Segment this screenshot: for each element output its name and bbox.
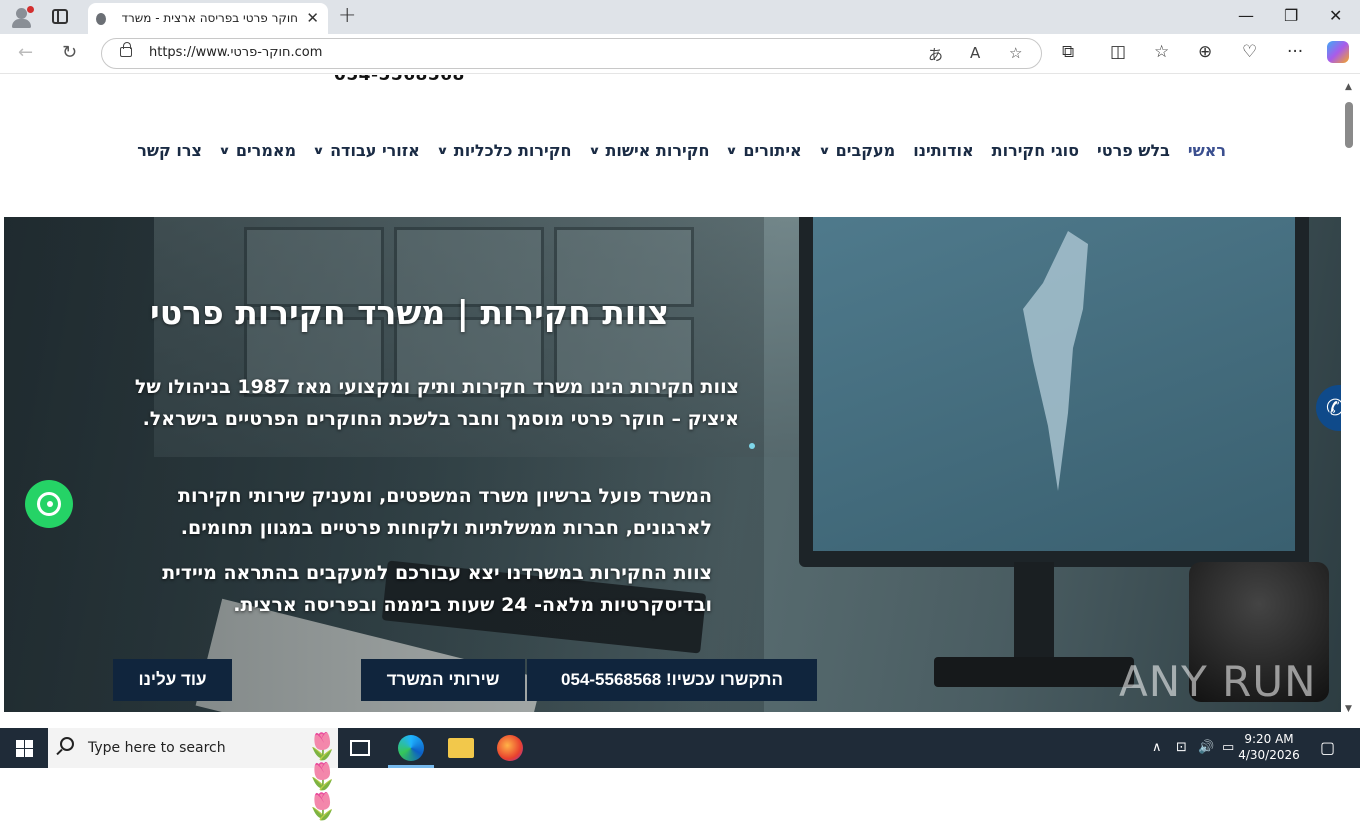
lock-icon[interactable] xyxy=(120,42,132,57)
back-icon[interactable]: ← xyxy=(18,42,33,63)
web-page: 054-5568568 ראשי בלש פרטי סוגי חקירות או… xyxy=(4,75,1341,712)
url-text[interactable]: https://www.חוקר-פרטי.com xyxy=(149,45,322,60)
hero-section: צוות חקירות | משרד חקירות פרטי צוות חקיר… xyxy=(4,217,1341,712)
task-view-icon[interactable] xyxy=(350,740,370,756)
taskbar-clock[interactable]: 9:20 AM 4/30/2026 xyxy=(1237,731,1301,763)
new-tab-icon[interactable]: + xyxy=(338,3,356,28)
more-about-us-button[interactable]: עוד עלינו xyxy=(113,659,232,701)
collections-icon[interactable]: ⊕ xyxy=(1198,42,1212,62)
header-phone[interactable]: 054-5568568 xyxy=(334,75,465,85)
copilot-icon[interactable] xyxy=(1327,41,1349,63)
refresh-icon[interactable]: ↻ xyxy=(62,42,77,63)
notifications-icon[interactable]: ▢ xyxy=(1320,738,1335,757)
performance-icon[interactable]: ♡ xyxy=(1242,42,1257,62)
favicon-icon xyxy=(96,13,106,25)
extensions-icon[interactable]: ⧉ xyxy=(1062,42,1074,62)
menu-item-home[interactable]: ראשי xyxy=(1188,141,1226,160)
monitor-image xyxy=(799,217,1309,567)
phone-icon: ✆ xyxy=(1326,395,1341,421)
hero-paragraph-2: המשרד פועל ברשיון משרד המשפטים, ומעניק ש… xyxy=(177,485,712,539)
bullet-dot xyxy=(749,443,755,449)
chevron-down-icon: ∨ xyxy=(218,144,231,157)
file-explorer-icon[interactable] xyxy=(448,738,474,758)
favorites-icon[interactable]: ☆ xyxy=(1154,42,1169,62)
chevron-down-icon: ∨ xyxy=(312,144,325,157)
menu-item-financial[interactable]: חקירות כלכליות ∨ xyxy=(436,141,571,160)
firefox-icon[interactable] xyxy=(497,735,523,761)
chevron-down-icon: ∨ xyxy=(725,144,739,157)
tray-device-icon[interactable]: ⊡ xyxy=(1176,740,1187,755)
tab-actions-icon[interactable] xyxy=(52,9,68,24)
menu-item-articles[interactable]: מאמרים ∨ xyxy=(218,141,296,160)
israel-map-image xyxy=(1023,231,1088,491)
split-screen-icon[interactable]: ◫ xyxy=(1110,42,1126,62)
menu-item-investigation-types[interactable]: סוגי חקירות xyxy=(992,141,1079,160)
menu-item-surveillance[interactable]: מעקבים ∨ xyxy=(817,141,895,160)
menu-item-locating[interactable]: איתורים ∨ xyxy=(725,141,802,160)
menu-item-contact[interactable]: צרו קשר xyxy=(137,141,202,160)
scroll-up-icon[interactable]: ▲ xyxy=(1345,82,1352,92)
hero-paragraph-3: צוות החקירות במשרדנו יצא עבורכם למעקבים … xyxy=(162,562,712,616)
profile-icon[interactable] xyxy=(10,6,34,28)
url-field[interactable]: https://www.חוקר-פרטי.com あ A ☆ xyxy=(101,38,1042,69)
minimize-icon[interactable]: — xyxy=(1238,6,1254,25)
favorite-star-icon[interactable]: ☆ xyxy=(1009,44,1022,62)
page-scrollbar[interactable]: ▲ ▼ xyxy=(1341,75,1360,721)
browser-tab[interactable]: חוקר פרטי בפריסה ארצית - משרד ✕ xyxy=(88,3,328,34)
menu-item-work-areas[interactable]: אזורי עבודה ∨ xyxy=(312,141,419,160)
chevron-down-icon: ∨ xyxy=(587,144,601,157)
read-aloud-icon[interactable]: A xyxy=(970,44,980,62)
whatsapp-icon xyxy=(37,492,61,516)
tab-close-icon[interactable]: ✕ xyxy=(306,9,319,27)
search-placeholder[interactable]: Type here to search xyxy=(88,740,226,756)
windows-start-icon[interactable] xyxy=(16,740,33,757)
office-services-button[interactable]: שירותי המשרד xyxy=(361,659,525,701)
hero-title: צוות חקירות | משרד חקירות פרטי xyxy=(150,293,669,332)
address-bar-row: ← ↻ https://www.חוקר-פרטי.com あ A ☆ ⧉ ◫ … xyxy=(0,34,1360,74)
volume-icon[interactable]: 🔊 xyxy=(1198,740,1214,755)
menu-item-about[interactable]: אודותינו xyxy=(913,141,973,160)
anyrun-watermark: ANY RUN xyxy=(1119,657,1317,706)
menu-item-marital[interactable]: חקירות אישות ∨ xyxy=(587,141,710,160)
windows-taskbar: Type here to search 🌷🌷🌷 ∧ ⊡ 🔊 ▭ 9:20 AM … xyxy=(0,728,1360,822)
menu-item-private-detective[interactable]: בלש פרטי xyxy=(1097,141,1170,160)
scroll-thumb[interactable] xyxy=(1345,102,1353,148)
main-menu: ראשי בלש פרטי סוגי חקירות אודותינו מעקבי… xyxy=(137,141,1226,160)
close-window-icon[interactable]: ✕ xyxy=(1329,6,1342,25)
chevron-down-icon: ∨ xyxy=(817,144,831,157)
search-icon xyxy=(60,737,74,751)
scroll-down-icon[interactable]: ▼ xyxy=(1345,704,1352,714)
tulips-icon: 🌷🌷🌷 xyxy=(306,732,339,822)
tray-chevron-icon[interactable]: ∧ xyxy=(1152,740,1162,755)
edge-icon[interactable] xyxy=(398,735,424,761)
hero-paragraph-1: צוות חקירות הינו משרד חקירות ותיק ומקצוע… xyxy=(134,376,739,430)
whatsapp-button[interactable] xyxy=(25,480,73,528)
call-now-button[interactable]: התקשרו עכשיו! 054-5568568 xyxy=(527,659,817,701)
translate-icon[interactable]: あ xyxy=(928,44,943,65)
network-icon[interactable]: ▭ xyxy=(1222,740,1234,755)
more-menu-icon[interactable]: ··· xyxy=(1287,42,1303,62)
browser-tabbar: חוקר פרטי בפריסה ארצית - משרד ✕ + — ❐ ✕ xyxy=(0,0,1360,34)
restore-icon[interactable]: ❐ xyxy=(1284,6,1298,25)
taskbar-search[interactable]: Type here to search 🌷🌷🌷 xyxy=(48,728,338,822)
chevron-down-icon: ∨ xyxy=(436,144,449,157)
tab-title: חוקר פרטי בפריסה ארצית - משרד xyxy=(121,11,298,25)
